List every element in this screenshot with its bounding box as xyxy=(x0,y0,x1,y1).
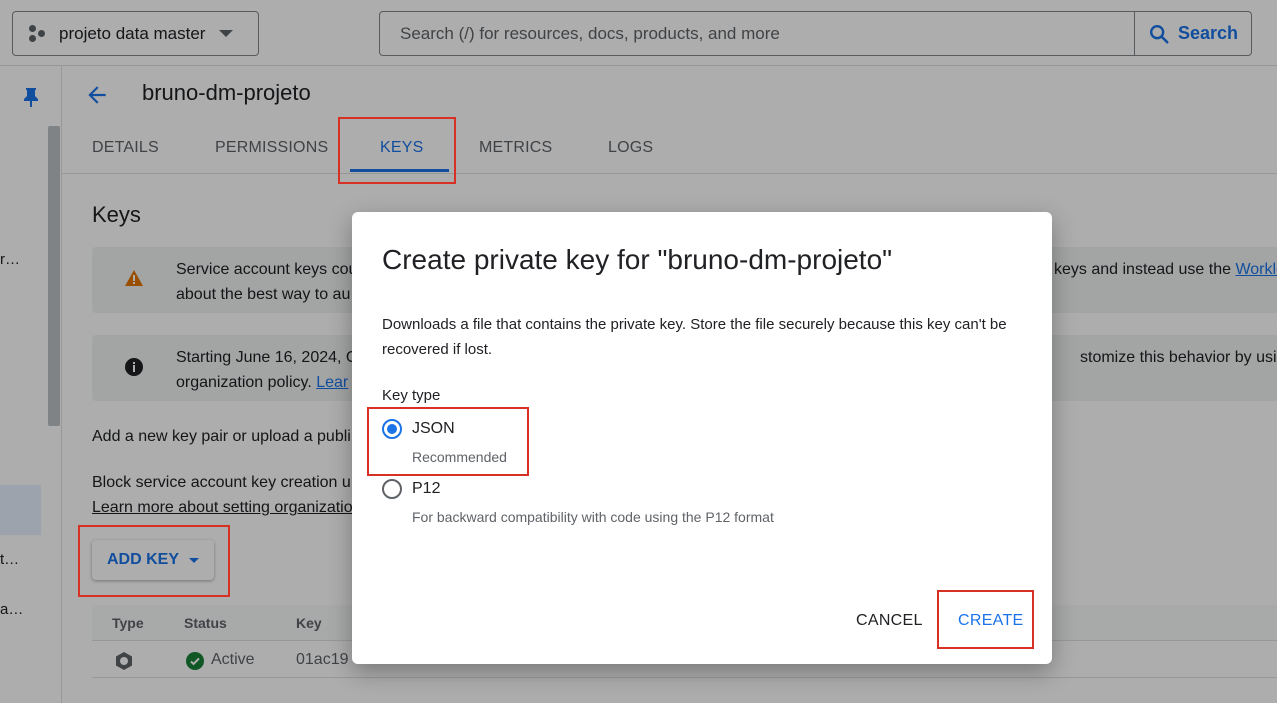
dialog-description: Downloads a file that contains the priva… xyxy=(382,316,1007,358)
key-type-label: Key type xyxy=(382,387,441,404)
dialog-title: Create private key for "bruno-dm-projeto… xyxy=(382,244,893,275)
highlight-create-button xyxy=(937,590,1034,649)
highlight-json-option xyxy=(367,407,529,476)
p12-radio[interactable] xyxy=(382,479,402,499)
p12-hint: For backward compatibility with code usi… xyxy=(412,509,774,525)
highlight-keys-tab xyxy=(338,117,456,184)
cancel-button[interactable]: CANCEL xyxy=(856,612,923,630)
p12-option[interactable]: P12 xyxy=(382,479,440,499)
highlight-add-key xyxy=(78,525,230,597)
p12-label: P12 xyxy=(412,480,441,497)
